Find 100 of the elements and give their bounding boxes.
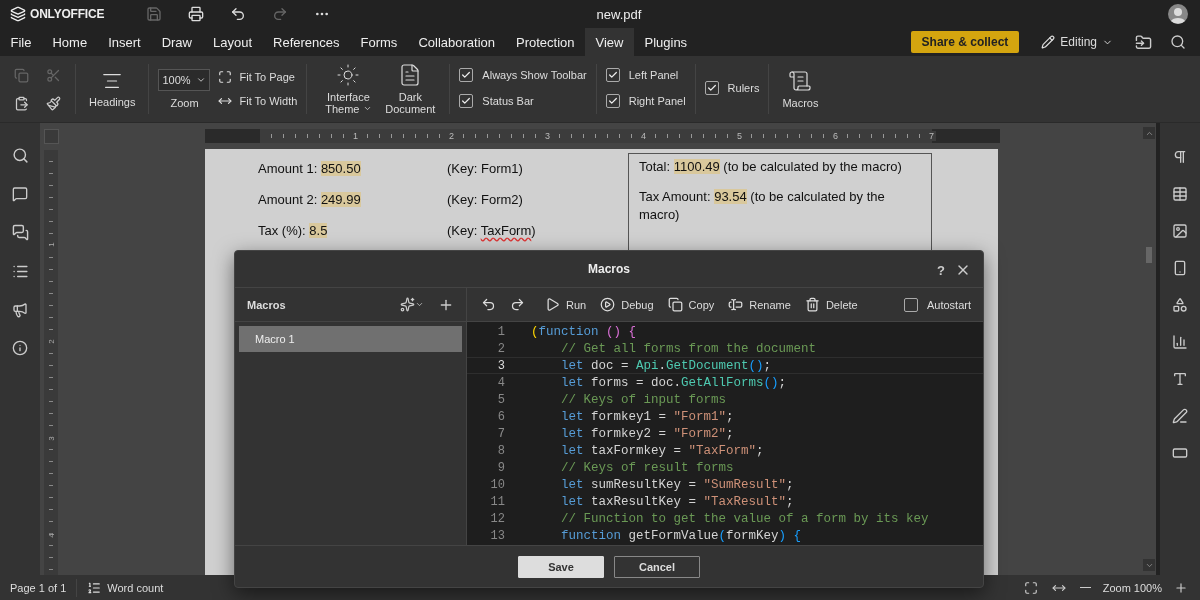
mode-dropdown[interactable]: Editing [1035,28,1119,56]
autostart-label: Autostart [926,298,971,311]
save-button[interactable]: Save [518,555,604,578]
rename-button[interactable]: Rename [728,297,791,312]
about-button[interactable] [10,338,30,358]
feedback-button[interactable] [10,300,30,320]
form-label: Amount 2: 249.99 [258,192,362,207]
zoom-field[interactable]: 100% [158,69,211,91]
line-number: 10 [489,477,505,492]
checkbox[interactable] [459,94,474,108]
caret-icon [362,104,372,113]
macro-list-item[interactable]: Macro 1 [239,326,462,352]
pencil-icon [1041,35,1056,49]
expand-icon [218,70,233,84]
clipboard-icon [13,95,29,111]
line-number: 7 [496,426,505,441]
code-line: // Keys of result forms [560,460,734,475]
signature-button[interactable] [1170,406,1190,426]
delete-button[interactable]: Delete [804,297,858,312]
printer-icon [188,6,204,22]
checkbox[interactable] [459,68,474,82]
ruler-number: 6 [831,131,840,141]
code-line: let taxFormkey = "TaxForm"; [560,443,764,458]
option-label: Rulers [727,82,760,94]
checkbox[interactable] [704,81,719,95]
menu-tab[interactable]: Forms [350,28,408,56]
form-label: Amount 1: 850.50 [258,161,362,176]
form-key-note: (Key: TaxForm) [447,223,537,238]
menu-tab[interactable]: References [262,28,351,56]
result-text: Tax Amount: 93.54 (to be calculated by the macro) [639,188,886,224]
shape-settings-button[interactable] [1170,295,1190,315]
run-button[interactable]: Run [545,297,587,312]
line-number: 2 [496,341,505,356]
macros-button[interactable]: Macros [778,69,823,109]
menu-tab[interactable]: Insert [97,28,152,56]
menu-tab[interactable]: Protection [505,28,586,56]
search-icon [1170,34,1186,50]
ruler-number: 2 [447,131,456,141]
copy-icon [13,67,29,83]
pen-icon [1172,408,1188,424]
trash-icon [804,297,820,312]
checkbox[interactable] [605,94,620,108]
dark-document-button[interactable]: Dark Document [380,63,441,115]
avatar[interactable] [1168,4,1188,24]
menu-tab[interactable]: Collaboration [407,28,506,56]
line-number: 11 [489,494,505,509]
logo-icon [10,6,26,22]
scrollbar[interactable] [1142,123,1156,575]
line-number: 1 [496,324,505,339]
debug-button[interactable]: Debug [600,297,654,312]
interface-theme-button[interactable]: Interface Theme [316,63,381,115]
pilcrow-icon [1172,149,1188,165]
undo-button[interactable] [481,297,496,312]
ruler-number: 4 [46,533,56,538]
line-number: 12 [489,511,505,526]
word-count-button[interactable]: Word count [87,580,164,595]
table-settings-button[interactable] [1170,184,1190,204]
image-settings-button[interactable] [1170,221,1190,241]
undo-icon [481,297,496,312]
minus-icon [1079,586,1091,589]
menu-tab[interactable]: File [0,28,42,56]
redo-icon [272,6,288,22]
menu-tab[interactable]: Home [41,28,98,56]
save-icon [146,6,162,22]
plus-icon [1174,580,1188,595]
code-line: function getFormValue(formKey) { [560,528,802,543]
cancel-button[interactable]: Cancel [614,555,700,578]
list-icon [11,263,29,280]
print-button[interactable] [186,4,206,24]
checkbox[interactable] [903,297,918,312]
code-editor[interactable] [467,322,983,545]
line-number: 5 [496,392,505,407]
checkbox[interactable] [605,68,620,82]
comment-icon [12,186,28,202]
menu-tab[interactable]: Plugins [634,28,698,56]
line-number: 8 [496,443,505,458]
option-label: Left Panel [628,69,679,81]
redo-button[interactable] [510,297,525,312]
check-icon [706,83,717,93]
help-button[interactable]: ? [935,262,947,278]
ruler-number: 3 [543,131,552,141]
text-icon [1172,371,1188,387]
fit-to-page-button[interactable]: Fit To Page [218,70,298,84]
scrollbar-thumb[interactable] [1146,247,1152,263]
fit-to-width-button[interactable]: Fit To Width [218,94,298,108]
menu-tab[interactable]: Draw [151,28,203,56]
copy-button[interactable]: Copy [667,297,715,312]
comments-button[interactable] [10,184,30,204]
menu-tab[interactable]: Layout [202,28,263,56]
option-label: Always Show Toolbar [482,69,587,81]
redo-icon [510,297,525,312]
share-button[interactable]: Share & collect [910,31,1020,53]
check-icon [461,96,472,106]
info-icon [12,340,28,356]
page-count: Page 1 of 1 [10,581,67,594]
headings-button[interactable]: Headings [85,70,140,108]
menu-tab[interactable]: View [585,28,634,56]
paintbrush-icon [45,95,61,111]
macros-list-title: Macros [247,298,287,311]
code-line: // Get all forms from the document [560,341,817,356]
